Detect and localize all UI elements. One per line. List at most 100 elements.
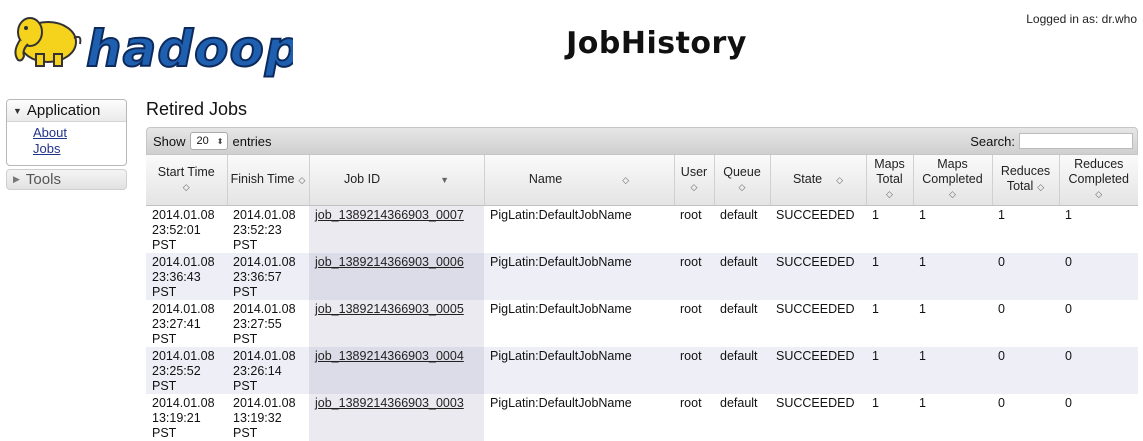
job-id-cell: job_1389214366903_0003 [309,393,484,441]
start-time-cell-part: PST [152,425,177,440]
maps-completed-cell: 1 [913,393,992,441]
user-cell: root [674,393,714,441]
queue-cell: default [714,205,770,253]
sort-icon: ◇ [1095,189,1103,200]
reduces-total-cell: 0 [992,393,1059,441]
column-header-state[interactable]: State ◇ [770,155,867,206]
entries-select[interactable]: 20 ⬍ [189,132,229,150]
start-time-cell-part: 23:25:52 [152,363,201,378]
sort-icon: ◇ [182,181,190,192]
triangle-right-icon: ▶ [13,174,20,184]
reduces-total-cell: 0 [992,346,1059,394]
maps-completed-cell: 1 [913,346,992,394]
tools-label: Tools [25,171,61,188]
search-input[interactable] [1019,133,1133,149]
page-title: JobHistory [566,26,747,61]
job-id-cell: job_1389214366903_0007 [309,205,484,253]
column-header-reduces-total[interactable]: Reduces Total ◇ [992,155,1060,206]
start-time-cell-part: 2014.01.08 [152,207,215,222]
finish-time-cell: 2014.01.08 23:52:23 PST [227,205,309,253]
finish-time-cell-part: 2014.01.08 [233,207,296,222]
finish-time-cell-part: PST [233,237,258,252]
start-time-cell-part: 23:36:43 [152,269,201,284]
start-time-cell: 2014.01.08 23:36:43 PST [146,252,227,300]
start-time-cell-part: PST [152,284,177,299]
show-label: Show [153,133,186,149]
sort-icon: ◇ [298,174,306,185]
maps-total-cell: 1 [866,393,913,441]
state-cell: SUCCEEDED [770,299,866,347]
reduces-completed-cell: 0 [1059,393,1138,441]
job-name-cell: PigLatin:DefaultJobName [484,393,674,441]
application-toggle[interactable]: ▼ Application [7,100,126,122]
column-header-start-time[interactable]: Start Time ◇ [146,155,228,206]
jobs-table: Start Time ◇ Finish Time ◇ Job ID ▼ Name ◇ U… [146,155,1138,441]
state-cell: SUCCEEDED [770,252,866,300]
tools-toggle[interactable]: ▶ Tools [6,169,127,190]
start-time-cell-part: PST [152,237,177,252]
entries-label: entries [232,133,272,149]
column-header-user[interactable]: User ◇ [674,155,715,206]
column-header-reduces-completed[interactable]: Reduces Completed ◇ [1059,155,1138,206]
application-section: ▼ Application About Jobs [6,99,127,166]
state-cell: SUCCEEDED [770,393,866,441]
reduces-completed-cell: 0 [1059,252,1138,300]
job-id-link[interactable]: job_1389214366903_0005 [315,302,464,316]
maps-completed-cell: 1 [913,205,992,253]
finish-time-cell: 2014.01.08 23:27:55 PST [227,299,309,347]
state-cell: SUCCEEDED [770,205,866,253]
job-name-cell: PigLatin:DefaultJobName [484,205,674,253]
column-header-job-id[interactable]: Job ID ▼ [309,155,485,206]
table-toolbar: Show 20 ⬍ entries Search: [146,127,1138,155]
job-id-link[interactable]: job_1389214366903_0006 [315,255,464,269]
sort-icon: ◇ [690,181,698,192]
entries-select-value: 20 [196,135,209,147]
job-id-link[interactable]: job_1389214366903_0007 [315,208,464,222]
sort-icon: ◇ [886,189,893,200]
table-row: 2014.01.08 23:52:01 PST 2014.01.08 23:52:23 P… [146,205,1138,253]
job-name-cell: PigLatin:DefaultJobName [484,346,674,394]
start-time-cell-part: PST [152,378,177,393]
finish-time-cell-part: PST [233,378,258,393]
queue-cell: default [714,346,770,394]
maps-total-cell: 1 [866,205,913,253]
reduces-completed-cell: 1 [1059,205,1138,253]
job-id-link[interactable]: job_1389214366903_0004 [315,349,464,363]
reduces-completed-cell: 0 [1059,299,1138,347]
column-header-name[interactable]: Name ◇ [484,155,675,206]
finish-time-cell-part: 2014.01.08 [233,395,296,410]
nav-link-about[interactable]: About [33,125,126,141]
section-title: Retired Jobs [146,99,248,119]
start-time-cell-part: 2014.01.08 [152,301,215,316]
job-name-cell: PigLatin:DefaultJobName [484,299,674,347]
sort-icon: ◇ [836,174,844,185]
table-row: 2014.01.08 23:36:43 PST 2014.01.08 23:36:57 P… [146,252,1138,300]
start-time-cell: 2014.01.08 13:19:21 PST [146,393,227,441]
user-cell: root [674,299,714,347]
start-time-cell-part: PST [152,331,177,346]
column-header-maps-completed[interactable]: Maps Completed ◇ [913,155,993,206]
start-time-cell-part: 23:52:01 [152,222,201,237]
user-cell: root [674,205,714,253]
select-arrows-icon: ⬍ [216,136,224,146]
finish-time-cell: 2014.01.08 13:19:32 PST [227,393,309,441]
maps-total-cell: 1 [866,299,913,347]
maps-completed-cell: 1 [913,252,992,300]
triangle-down-icon: ▼ [13,105,22,116]
nav-link-jobs[interactable]: Jobs [33,141,126,157]
column-header-finish-time[interactable]: Finish Time ◇ [227,155,310,206]
finish-time-cell-part: 2014.01.08 [233,254,296,269]
sort-icon: ◇ [949,189,956,200]
sort-icon: ◇ [738,181,746,192]
queue-cell: default [714,393,770,441]
column-header-maps-total[interactable]: Maps Total ◇ [866,155,914,206]
sort-desc-icon: ▼ [440,174,450,185]
sidebar-nav: ▼ Application About Jobs ▶ Tools [6,99,127,190]
search-label: Search: [970,133,1015,149]
logged-in-status: Logged in as: dr.who [1026,12,1137,26]
job-id-link[interactable]: job_1389214366903_0003 [315,396,464,410]
finish-time-cell-part: 23:52:23 [233,222,282,237]
finish-time-cell-part: PST [233,425,258,440]
column-header-queue[interactable]: Queue ◇ [714,155,771,206]
reduces-total-cell: 1 [992,205,1059,253]
